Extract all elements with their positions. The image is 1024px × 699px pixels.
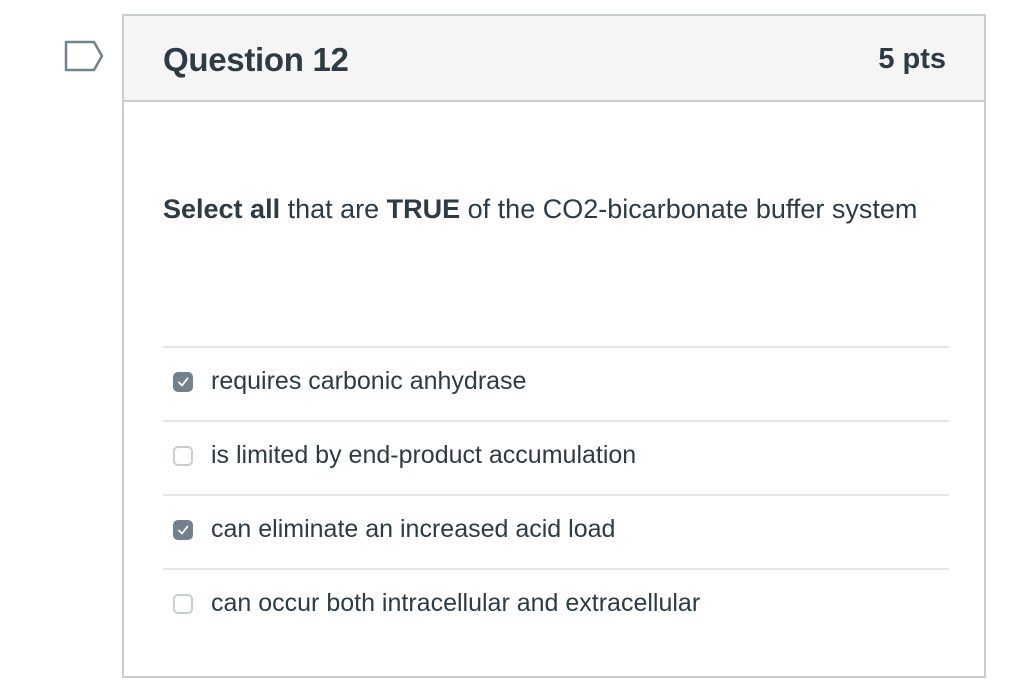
checkbox-unchecked[interactable] <box>173 446 193 466</box>
checkbox-checked[interactable] <box>173 372 193 392</box>
prompt-text-1: that are <box>280 194 387 224</box>
question-points: 5 pts <box>878 43 946 75</box>
answer-option-3[interactable]: can eliminate an increased acid load <box>163 494 949 566</box>
answer-option-4[interactable]: can occur both intracellular and extrace… <box>163 568 949 640</box>
flag-question-icon[interactable] <box>64 40 104 72</box>
question-title: Question 12 <box>163 41 349 78</box>
question-card: Question 12 5 pts Select all that are TR… <box>122 14 986 678</box>
question-prompt: Select all that are TRUE of the CO2-bica… <box>163 186 923 232</box>
question-header: Question 12 5 pts <box>124 16 984 102</box>
prompt-emphasis-select-all: Select all <box>163 194 281 224</box>
checkbox-checked[interactable] <box>173 520 193 540</box>
checkbox-unchecked[interactable] <box>173 594 193 614</box>
answer-option-2[interactable]: is limited by end-product accumulation <box>163 420 949 492</box>
answer-label[interactable]: can occur both intracellular and extrace… <box>211 589 700 618</box>
answer-label[interactable]: is limited by end-product accumulation <box>211 441 636 470</box>
answer-list: requires carbonic anhydrase is limited b… <box>163 346 949 642</box>
answer-label[interactable]: can eliminate an increased acid load <box>211 515 615 544</box>
prompt-text-2: of the CO2-bicarbonate buffer system <box>460 194 918 224</box>
prompt-emphasis-true: TRUE <box>386 194 461 224</box>
checkmark-icon <box>178 377 189 387</box>
checkmark-icon <box>178 525 189 535</box>
answer-label[interactable]: requires carbonic anhydrase <box>211 367 526 396</box>
answer-option-1[interactable]: requires carbonic anhydrase <box>163 346 949 418</box>
